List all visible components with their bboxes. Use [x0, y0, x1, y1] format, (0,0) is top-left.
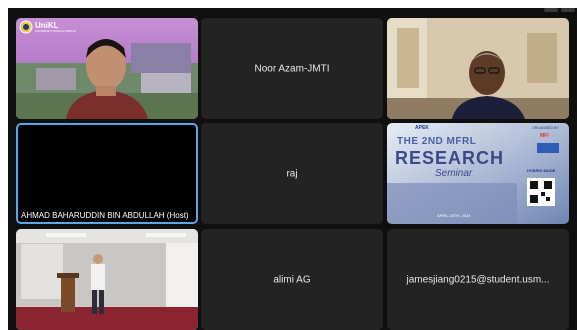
window-control-icon[interactable] — [561, 8, 575, 12]
participant-name: Noor Azam-JMTI — [254, 63, 330, 74]
participant-name: raj — [286, 168, 298, 179]
shared-poster-tile-6[interactable]: APEK ORGANISED BY MFI THE 2ND MFRL RESEA… — [387, 123, 569, 224]
participant-tile-2[interactable]: Noor Azam-JMTI — [201, 18, 383, 119]
poster-logo-mfi: MFI — [540, 133, 549, 139]
meeting-gallery-view: UniKL UNIVERSITI KUALA LUMPUR Noor Azam-… — [8, 8, 577, 330]
participant-tile-5[interactable]: raj — [201, 123, 383, 224]
poster-title-line1: THE 2ND MFRL — [397, 136, 477, 147]
participant-name-tag: AHMAD BAHARUDDIN BIN ABDULLAH (Host) — [18, 209, 192, 222]
participant-name: alimi AG — [273, 274, 311, 285]
participant-video-feed — [387, 18, 569, 119]
poster-title-line3: Seminar — [435, 168, 473, 179]
participant-tile-8[interactable]: alimi AG — [201, 229, 383, 330]
participant-name: jamesjiang0215@student.usm... — [406, 274, 550, 285]
window-controls — [544, 8, 577, 16]
poster-title-line2: RESEARCH — [395, 148, 505, 168]
poster-logo-apek: APEK — [415, 125, 429, 131]
participant-video-tile-7[interactable] — [16, 229, 198, 330]
poster-organised-by: ORGANISED BY — [532, 126, 559, 130]
participant-tile-9[interactable]: jamesjiang0215@student.usm... — [387, 229, 569, 330]
poster-date: APRIL 25TH, 2024 — [437, 213, 471, 218]
logo-tagline: UNIVERSITI KUALA LUMPUR — [35, 28, 76, 33]
crest-icon — [19, 20, 33, 34]
participant-video-feed — [16, 229, 198, 330]
participant-video-tile-1[interactable]: UniKL UNIVERSITI KUALA LUMPUR — [16, 18, 198, 119]
participant-video-tile-3[interactable] — [387, 18, 569, 119]
poster-mode: HYBRID MODE — [527, 168, 556, 173]
window-control-icon[interactable] — [544, 8, 558, 12]
university-logo: UniKL UNIVERSITI KUALA LUMPUR — [19, 20, 76, 34]
participant-tile-4-active-speaker[interactable]: AHMAD BAHARUDDIN BIN ABDULLAH (Host) — [16, 123, 198, 224]
